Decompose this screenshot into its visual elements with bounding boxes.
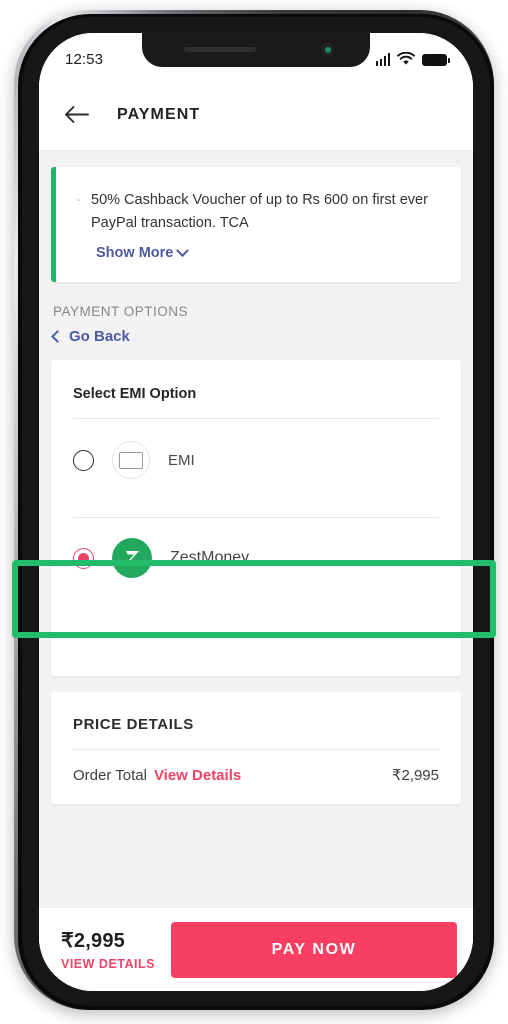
divider [73, 749, 439, 750]
app-bar: PAYMENT [39, 79, 473, 151]
phone-notch [142, 33, 370, 67]
checkout-bottom-bar: ₹2,995 VIEW DETAILS PAY NOW [39, 907, 473, 991]
back-arrow-icon[interactable] [61, 100, 91, 130]
payment-option-row-zestmoney[interactable]: ZestMoney [51, 518, 461, 598]
wifi-icon [397, 52, 415, 65]
signal-bars-icon [375, 53, 390, 66]
pay-now-button[interactable]: PAY NOW [170, 921, 457, 978]
view-details-button[interactable]: VIEW DETAILS [61, 957, 155, 971]
view-details-link[interactable]: View Details [154, 767, 241, 784]
phone-screen: 12:53 PAYMENT · 50% Cashback Voucher of … [39, 33, 473, 991]
offer-banner: · 50% Cashback Voucher of up to Rs 600 o… [51, 167, 461, 282]
payment-option-label-zestmoney: ZestMoney [170, 549, 250, 566]
radio-button-emi[interactable] [73, 449, 94, 471]
screenshot-stage: 12:53 PAYMENT · 50% Cashback Voucher of … [0, 0, 508, 1024]
payment-options-card: Select EMI Option EMI ZestMoney [51, 360, 461, 676]
go-back-button[interactable]: Go Back [51, 328, 130, 345]
payment-option-row-emi[interactable]: EMI [51, 419, 461, 501]
credit-card-icon [112, 441, 150, 479]
earpiece-speaker [184, 47, 256, 52]
order-total-label: Order Total [73, 767, 147, 784]
payment-options-label: PAYMENT OPTIONS [53, 304, 189, 319]
payment-option-label-emi: EMI [168, 451, 195, 469]
chevron-down-icon [176, 243, 190, 257]
page-scroll-area[interactable]: · 50% Cashback Voucher of up to Rs 600 o… [39, 151, 473, 991]
offer-text: 50% Cashback Voucher of up to Rs 600 on … [91, 192, 428, 231]
status-bar-clock: 12:53 [65, 50, 104, 68]
go-back-label: Go Back [69, 328, 130, 345]
page-title: PAYMENT [117, 105, 201, 123]
front-camera-icon [321, 43, 334, 56]
radio-button-zestmoney[interactable] [73, 547, 94, 569]
price-details-card: PRICE DETAILS Order Total View Details ₹… [51, 692, 461, 804]
app-content: PAYMENT · 50% Cashback Voucher of up to … [39, 79, 473, 991]
show-more-label: Show More [96, 245, 174, 261]
amount-block: ₹2,995 VIEW DETAILS [61, 928, 155, 971]
battery-full-icon [422, 54, 450, 66]
chevron-left-icon [51, 330, 64, 343]
status-bar-icons [375, 46, 450, 66]
total-amount: ₹2,995 [61, 930, 125, 952]
order-total-amount: ₹2,995 [391, 767, 439, 784]
select-emi-option-title: Select EMI Option [73, 386, 197, 402]
zestmoney-logo-icon [112, 538, 152, 578]
price-details-title: PRICE DETAILS [73, 716, 194, 733]
show-more-button[interactable]: Show More [96, 243, 190, 261]
offer-bullet-icon: · [76, 191, 81, 208]
price-row-order-total: Order Total View Details ₹2,995 [73, 766, 439, 784]
